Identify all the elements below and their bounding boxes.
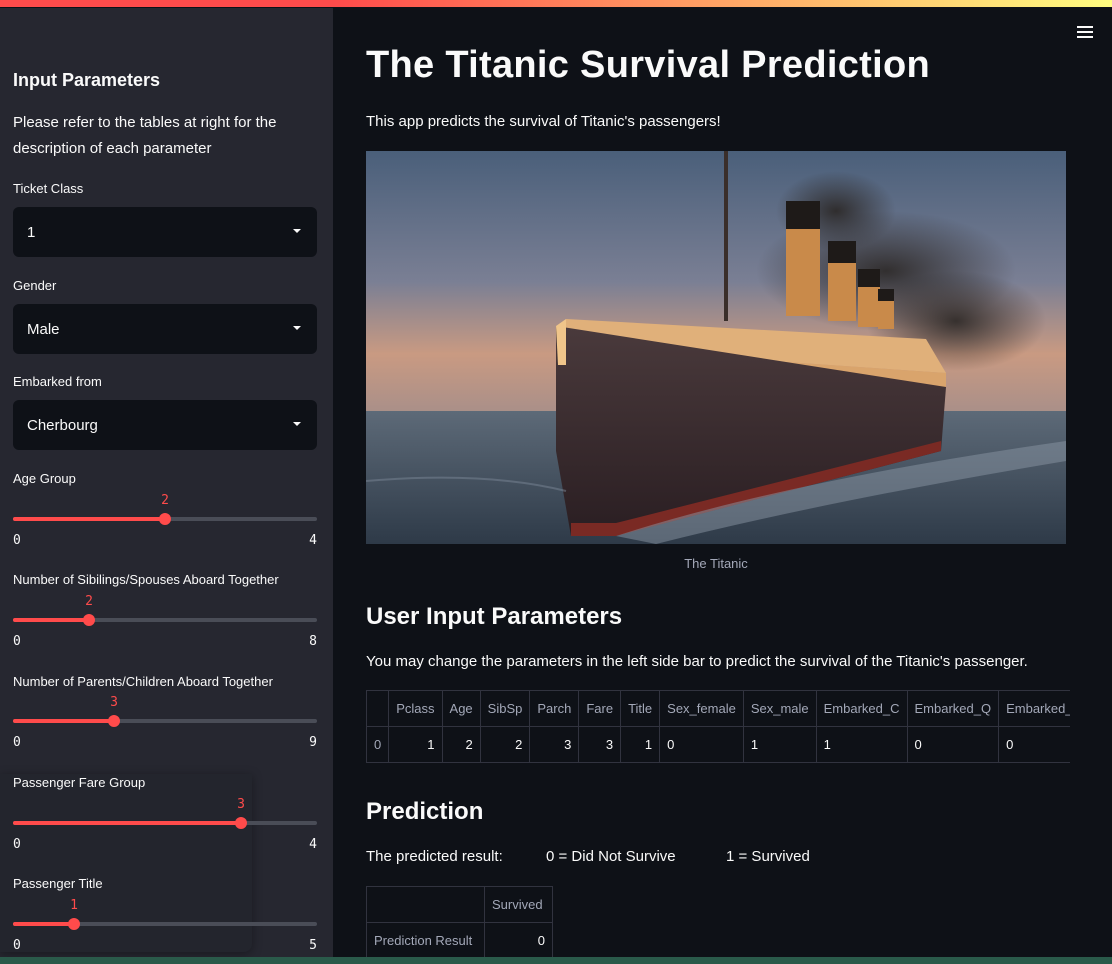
slider-fill [13, 821, 241, 825]
gender-select[interactable]: Male [13, 304, 317, 354]
table-cell: 3 [578, 726, 622, 763]
titanic-image [366, 151, 1066, 544]
slider-thumb[interactable] [108, 715, 120, 727]
column-header: Embarked_S [998, 690, 1070, 727]
embarked-select[interactable]: Cherbourg [13, 400, 317, 450]
slider-value: 3 [110, 695, 118, 710]
slider-thumb[interactable] [68, 918, 80, 930]
hamburger-menu-icon[interactable] [1077, 26, 1093, 38]
sibsp-label: Number of Sibilings/Spouses Aboard Toget… [13, 572, 279, 587]
column-header: Parch [529, 690, 580, 727]
slider-value: 2 [161, 493, 169, 508]
embarked-label: Embarked from [13, 374, 102, 389]
slider-min: 0 [13, 735, 21, 750]
ticket-class-label: Ticket Class [13, 181, 84, 196]
slider-min: 0 [13, 938, 21, 953]
user-input-heading: User Input Parameters [366, 603, 623, 630]
table-row: 0 1 2 2 3 3 1 0 1 1 0 0 [366, 726, 1070, 763]
column-header: Sex_male [742, 690, 817, 727]
age-group-label: Age Group [13, 471, 76, 486]
slider-max: 4 [309, 533, 317, 548]
image-caption: The Titanic [684, 556, 748, 571]
table-cell: 1 [815, 726, 908, 763]
chevron-down-icon [293, 229, 301, 233]
table-header-row: Survived [366, 886, 553, 923]
column-header: Age [441, 690, 481, 727]
table-cell: 1 [620, 726, 661, 763]
fare-group-label: Passenger Fare Group [13, 775, 146, 790]
top-decoration-bar [0, 0, 1112, 7]
ticket-class-select[interactable]: 1 [13, 207, 317, 257]
page-title: The Titanic Survival Prediction [366, 44, 930, 86]
prediction-heading: Prediction [366, 798, 484, 825]
column-header [366, 690, 390, 727]
chevron-down-icon [293, 326, 301, 330]
column-header: Pclass [388, 690, 443, 727]
table-cell: 2 [479, 726, 531, 763]
user-input-table-scroll[interactable]: Pclass Age SibSp Parch Fare Title Sex_fe… [366, 690, 1070, 764]
embarked-value: Cherbourg [27, 416, 98, 434]
sibsp-slider[interactable]: 2 0 8 [13, 594, 317, 661]
slider-fill [13, 719, 114, 723]
slider-min: 0 [13, 837, 21, 852]
ticket-class-value: 1 [27, 223, 36, 241]
slider-max: 4 [309, 837, 317, 852]
column-header [366, 886, 485, 923]
parch-label: Number of Parents/Children Aboard Togeth… [13, 674, 273, 689]
slider-max: 9 [309, 735, 317, 750]
slider-min: 0 [13, 634, 21, 649]
table-row: Prediction Result 0 [366, 922, 553, 959]
prediction-table: Survived Prediction Result 0 [366, 886, 553, 959]
slider-value: 3 [237, 797, 245, 812]
age-group-slider[interactable]: 2 0 4 [13, 493, 317, 560]
table-cell: 0 [659, 726, 744, 763]
legend-did-not-survive: 0 = Did Not Survive [546, 848, 676, 865]
slider-thumb[interactable] [235, 817, 247, 829]
slider-value: 1 [70, 898, 78, 913]
slider-value: 2 [85, 594, 93, 609]
column-header: Fare [578, 690, 622, 727]
column-header: SibSp [479, 690, 531, 727]
slider-fill [13, 517, 165, 521]
slider-fill [13, 618, 89, 622]
gender-value: Male [27, 320, 60, 338]
sidebar-title: Input Parameters [13, 70, 161, 90]
column-header: Sex_female [659, 690, 744, 727]
title-label: Passenger Title [13, 876, 103, 891]
prediction-value: 0 [484, 922, 553, 959]
column-header: Survived [484, 886, 553, 923]
fare-group-slider[interactable]: 3 0 4 [13, 797, 317, 864]
gender-label: Gender [13, 278, 57, 293]
table-header-row: Pclass Age SibSp Parch Fare Title Sex_fe… [366, 690, 1070, 727]
slider-min: 0 [13, 533, 21, 548]
table-cell: 3 [529, 726, 580, 763]
table-cell: 2 [441, 726, 481, 763]
table-cell: 0 [998, 726, 1070, 763]
prediction-label: The predicted result: [366, 848, 503, 865]
column-header: Title [620, 690, 661, 727]
parch-slider[interactable]: 3 0 9 [13, 695, 317, 762]
sidebar-description: Please refer to the tables at right for … [13, 114, 277, 157]
slider-max: 8 [309, 634, 317, 649]
bottom-window-edge [0, 957, 1112, 964]
column-header: Embarked_C [815, 690, 908, 727]
legend-survived: 1 = Survived [726, 848, 810, 865]
sidebar: Input Parameters Please refer to the tab… [0, 8, 333, 964]
slider-thumb[interactable] [83, 614, 95, 626]
title-slider[interactable]: 1 0 5 [13, 898, 317, 964]
user-input-table: Pclass Age SibSp Parch Fare Title Sex_fe… [366, 690, 1070, 763]
user-input-description: You may change the parameters in the lef… [366, 653, 1028, 670]
row-index: 0 [366, 726, 390, 763]
slider-max: 5 [309, 938, 317, 953]
table-cell: 1 [742, 726, 817, 763]
slider-thumb[interactable] [159, 513, 171, 525]
row-label: Prediction Result [366, 922, 485, 959]
main-content: The Titanic Survival Prediction This app… [333, 8, 1112, 964]
intro-text: This app predicts the survival of Titani… [366, 113, 721, 130]
column-header: Embarked_Q [906, 690, 1000, 727]
slider-fill [13, 922, 74, 926]
table-cell: 1 [388, 726, 443, 763]
table-cell: 0 [906, 726, 1000, 763]
chevron-down-icon [293, 422, 301, 426]
